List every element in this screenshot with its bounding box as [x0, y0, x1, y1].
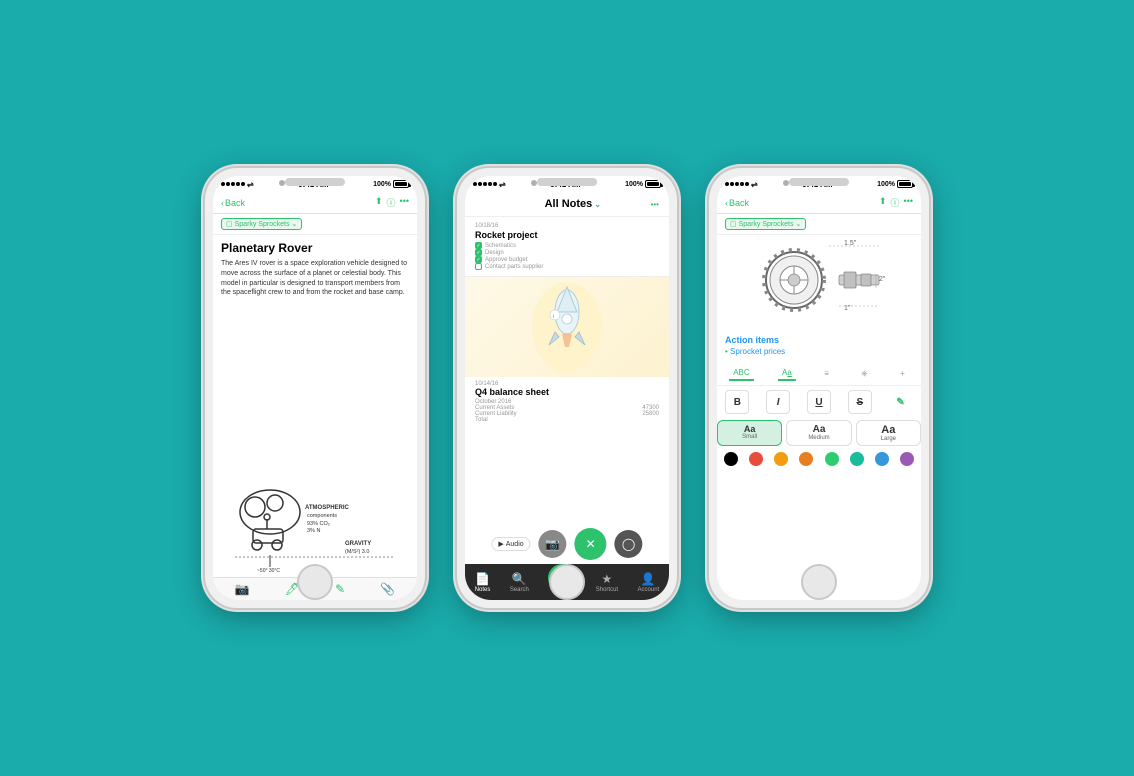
- size-medium[interactable]: Aa Medium: [786, 420, 851, 446]
- attachment-icon-1[interactable]: 📎: [380, 582, 395, 596]
- back-button-1[interactable]: ‹ Back: [221, 198, 245, 208]
- nav-bar-1: ‹ Back ⬆ ⓘ •••: [213, 192, 417, 214]
- home-button-3[interactable]: [801, 564, 837, 600]
- note-item-2[interactable]: 10/14/16 Q4 balance sheet October 2016 C…: [465, 377, 669, 427]
- tab-notes[interactable]: 📄 Notes: [475, 572, 491, 593]
- rocket-preview: i: [465, 277, 669, 377]
- notebook-header-3: ▢ Sparky Sprockets ⌄: [717, 214, 921, 235]
- notes-list: 10/18/16 Rocket project ✓Schematics ✓Des…: [465, 217, 669, 564]
- style-buttons: B I U S ✎: [717, 390, 921, 414]
- color-purple[interactable]: [900, 452, 914, 466]
- svg-text:3% N: 3% N: [307, 528, 320, 534]
- shortcut-tab-icon: ★: [602, 572, 613, 586]
- note-body-1: The Ares IV rover is a space exploration…: [221, 259, 409, 298]
- strikethrough-btn[interactable]: S: [848, 390, 872, 414]
- speaker: [285, 178, 345, 186]
- color-options: [717, 452, 921, 466]
- color-blue[interactable]: [875, 452, 889, 466]
- speaker-3: [789, 178, 849, 186]
- camera-float-btn[interactable]: 📷: [539, 530, 567, 558]
- nav-actions-3: ⬆ ⓘ •••: [879, 196, 913, 209]
- notebook-header-1: ▢ Sparky Sprockets ⌄: [213, 214, 417, 235]
- notes-list-title: All Notes ⌄: [545, 198, 601, 210]
- tab-search[interactable]: 🔍 Search: [510, 572, 529, 593]
- tab-shortcut[interactable]: ★ Shortcut: [596, 572, 618, 593]
- size-large[interactable]: Aa Large: [856, 420, 921, 446]
- phone-1: ⇌ 9:41 AM 100% ‹ Back ⬆ ⓘ •••: [205, 168, 425, 608]
- format-tab-list[interactable]: ≡: [820, 367, 833, 380]
- svg-text:components: components: [307, 513, 337, 519]
- highlight-btn[interactable]: ✎: [889, 390, 913, 414]
- color-orange[interactable]: [774, 452, 788, 466]
- tab-account[interactable]: 👤 Account: [638, 572, 660, 593]
- svg-text:(M/S²) 3.0: (M/S²) 3.0: [345, 549, 369, 555]
- svg-text:GRAVITY: GRAVITY: [345, 541, 371, 547]
- notebook-badge-3[interactable]: ▢ Sparky Sprockets ⌄: [725, 218, 806, 230]
- notes-list-header: All Notes ⌄ •••: [465, 192, 669, 217]
- format-toolbar: ABC Aa ≡ ⎈ +: [717, 362, 921, 386]
- phone-3: ⇌ 9:41 AM 100% ‹ Back ⬆ ⓘ •••: [709, 168, 929, 608]
- color-amber[interactable]: [799, 452, 813, 466]
- camera-icon-1[interactable]: 📷: [235, 582, 250, 596]
- phones-container: ⇌ 9:41 AM 100% ‹ Back ⬆ ⓘ •••: [205, 168, 929, 608]
- floating-buttons: ▶Audio 📷 ✕ ◯: [491, 528, 642, 560]
- sprocket-diagram: 1.5" 2" 1": [717, 235, 921, 325]
- close-float-btn[interactable]: ✕: [575, 528, 607, 560]
- share-icon-3[interactable]: ⬆: [879, 196, 887, 209]
- bold-btn[interactable]: B: [725, 390, 749, 414]
- note-item-1[interactable]: 10/18/16 Rocket project ✓Schematics ✓Des…: [465, 217, 669, 277]
- svg-text:2": 2": [879, 276, 886, 283]
- color-red[interactable]: [749, 452, 763, 466]
- notebook-badge-1[interactable]: ▢ Sparky Sprockets ⌄: [221, 218, 302, 230]
- format-tab-add[interactable]: +: [896, 367, 909, 380]
- audio-btn[interactable]: ▶Audio: [491, 537, 530, 551]
- underline-btn[interactable]: U: [807, 390, 831, 414]
- account-tab-icon: 👤: [641, 572, 656, 586]
- phone-2: ⇌ 9:41 AM 100% All Notes ⌄ •••: [457, 168, 677, 608]
- nav-bar-3: ‹ Back ⬆ ⓘ •••: [717, 192, 921, 214]
- size-options: Aa Small Aa Medium Aa Large: [717, 420, 921, 446]
- format-tab-photo[interactable]: ⎈: [857, 367, 871, 381]
- action-items-section: Action items • Sprocket prices: [717, 329, 921, 362]
- color-black[interactable]: [724, 452, 738, 466]
- more-icon-2[interactable]: •••: [651, 200, 659, 209]
- search-tab-icon: 🔍: [512, 572, 527, 586]
- color-teal[interactable]: [850, 452, 864, 466]
- back-button-3[interactable]: ‹ Back: [725, 198, 749, 208]
- home-button-1[interactable]: [297, 564, 333, 600]
- format-tab-font[interactable]: Aa: [778, 366, 796, 381]
- svg-text:93% CO₂: 93% CO₂: [307, 521, 330, 527]
- scan-float-btn[interactable]: ◯: [615, 530, 643, 558]
- note-sketch-1: ATMOSPHERIC components 93% CO₂ 3% N GRAV…: [213, 457, 417, 577]
- home-button-2[interactable]: [549, 564, 585, 600]
- pencil-icon-1[interactable]: ✎: [335, 582, 345, 596]
- nav-actions-1: ⬆ ⓘ •••: [375, 196, 409, 209]
- share-icon[interactable]: ⬆: [375, 196, 383, 209]
- more-icon[interactable]: •••: [400, 196, 409, 209]
- info-icon-3[interactable]: ⓘ: [891, 196, 900, 209]
- svg-text:i: i: [553, 314, 554, 320]
- svg-text:~50° 30°C: ~50° 30°C: [257, 568, 280, 574]
- note-content-1: Planetary Rover The Ares IV rover is a s…: [213, 235, 417, 457]
- color-green[interactable]: [825, 452, 839, 466]
- svg-text:1.5": 1.5": [844, 240, 857, 247]
- speaker-2: [537, 178, 597, 186]
- size-small[interactable]: Aa Small: [717, 420, 782, 446]
- format-tab-abc[interactable]: ABC: [729, 366, 753, 381]
- notes-tab-icon: 📄: [475, 572, 490, 586]
- info-icon[interactable]: ⓘ: [387, 196, 396, 209]
- more-icon-3[interactable]: •••: [904, 196, 913, 209]
- note-title-1: Planetary Rover: [221, 241, 409, 255]
- italic-btn[interactable]: I: [766, 390, 790, 414]
- svg-text:ATMOSPHERIC: ATMOSPHERIC: [305, 505, 350, 511]
- action-item-1: • Sprocket prices: [725, 347, 913, 356]
